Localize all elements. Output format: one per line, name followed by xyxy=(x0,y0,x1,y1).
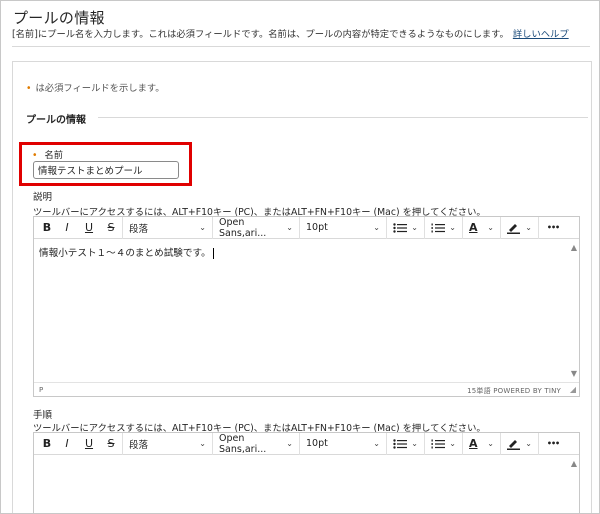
scroll-up-icon[interactable]: ▲ xyxy=(571,459,577,468)
section-title: プールの情報 xyxy=(26,115,86,126)
name-input[interactable] xyxy=(33,161,179,179)
element-path: P xyxy=(39,386,44,394)
italic-button[interactable]: I xyxy=(56,433,78,455)
bullet-list-icon xyxy=(393,222,407,233)
chevron-down-icon: ⌄ xyxy=(199,223,206,232)
numbered-list-button[interactable]: ⌄ xyxy=(425,217,462,239)
underline-button[interactable]: U xyxy=(78,217,100,239)
section-divider xyxy=(98,117,588,118)
editor-scrollbar[interactable]: ▲ ▼ xyxy=(567,239,579,382)
bold-button[interactable]: B xyxy=(38,433,56,455)
required-star-icon: • xyxy=(26,83,32,94)
chevron-down-icon: ⌄ xyxy=(373,439,380,448)
chevron-down-icon: ⌄ xyxy=(525,439,532,448)
resize-grip-icon[interactable]: ◢ xyxy=(570,385,576,394)
strikethrough-button[interactable]: S xyxy=(100,217,122,239)
help-link[interactable]: 詳しいヘルプ xyxy=(513,29,569,40)
italic-button[interactable]: I xyxy=(56,217,78,239)
editor-text: 情報小テスト１～４のまとめ試験です。 xyxy=(39,245,214,259)
chevron-down-icon: ⌄ xyxy=(525,223,532,232)
paragraph-dropdown[interactable]: 段落 ⌄ xyxy=(123,217,212,239)
pool-info-page: プールの情報 [名前]にプール名を入力します。これは必須フィールドです。名前は、… xyxy=(0,0,600,514)
editor-scrollbar[interactable]: ▲ xyxy=(567,455,579,513)
editor-toolbar: B I U S 段落 ⌄ Open Sans,ari... ⌄ 10pt ⌄ ⌄ ⌄ xyxy=(34,216,579,239)
more-options-button[interactable]: ••• xyxy=(539,217,567,239)
bullet-list-button[interactable]: ⌄ xyxy=(387,217,424,239)
more-options-button[interactable]: ••• xyxy=(539,433,567,455)
chevron-down-icon: ⌄ xyxy=(199,439,206,448)
description-editor: B I U S 段落 ⌄ Open Sans,ari... ⌄ 10pt ⌄ ⌄ ⌄ xyxy=(33,216,580,397)
bullet-list-button[interactable]: ⌄ xyxy=(387,433,424,455)
bullet-list-icon xyxy=(393,438,407,449)
font-size-dropdown[interactable]: 10pt ⌄ xyxy=(300,217,386,239)
text-color-button[interactable]: A ⌄ xyxy=(463,433,500,455)
page-title: プールの情報 xyxy=(13,9,105,27)
chevron-down-icon: ⌄ xyxy=(449,223,456,232)
bold-button[interactable]: B xyxy=(38,217,56,239)
highlighter-icon xyxy=(507,223,520,234)
chevron-down-icon: ⌄ xyxy=(487,439,494,448)
instructions-label: 手順 xyxy=(33,410,53,421)
highlighter-icon xyxy=(507,439,520,450)
instructions-editor: B I U S 段落 ⌄ Open Sans,ari... ⌄ 10pt ⌄ ⌄ ⌄ xyxy=(33,432,580,513)
text-color-icon: A xyxy=(469,221,478,234)
header-divider xyxy=(12,46,590,47)
description-text: にプール名を入力します。これは必須フィールドです。名前は、プールの内容が特定でき… xyxy=(37,29,509,40)
text-caret xyxy=(212,247,214,259)
word-count: 15単語 POWERED BY TINY xyxy=(467,387,561,395)
numbered-list-button[interactable]: ⌄ xyxy=(425,433,462,455)
chevron-down-icon: ⌄ xyxy=(487,223,494,232)
highlight-color-button[interactable]: ⌄ xyxy=(501,217,538,239)
chevron-down-icon: ⌄ xyxy=(411,223,418,232)
numbered-list-icon xyxy=(431,223,445,232)
font-size-dropdown[interactable]: 10pt ⌄ xyxy=(300,433,386,455)
font-family-dropdown[interactable]: Open Sans,ari... ⌄ xyxy=(213,433,299,455)
paragraph-dropdown[interactable]: 段落 ⌄ xyxy=(123,433,212,455)
highlight-color-button[interactable]: ⌄ xyxy=(501,433,538,455)
editor-statusbar: P 15単語 POWERED BY TINY ◢ xyxy=(34,382,579,396)
text-color-button[interactable]: A ⌄ xyxy=(463,217,500,239)
editor-toolbar: B I U S 段落 ⌄ Open Sans,ari... ⌄ 10pt ⌄ ⌄ ⌄ xyxy=(34,432,579,455)
strikethrough-button[interactable]: S xyxy=(100,433,122,455)
required-note: • は必須フィールドを示します。 xyxy=(26,83,165,94)
chevron-down-icon: ⌄ xyxy=(286,223,293,232)
description-field-ref: [名前] xyxy=(12,29,38,40)
page-description: [名前]にプール名を入力します。これは必須フィールドです。名前は、プールの内容が… xyxy=(12,26,569,40)
name-label: • 名前 xyxy=(32,150,64,161)
font-family-dropdown[interactable]: Open Sans,ari... ⌄ xyxy=(213,217,299,239)
chevron-down-icon: ⌄ xyxy=(449,439,456,448)
numbered-list-icon xyxy=(431,439,445,448)
description-label: 説明 xyxy=(33,192,53,203)
text-color-icon: A xyxy=(469,437,478,450)
scroll-up-icon[interactable]: ▲ xyxy=(571,243,577,252)
chevron-down-icon: ⌄ xyxy=(286,439,293,448)
chevron-down-icon: ⌄ xyxy=(411,439,418,448)
form-panel: •は必須フィールドを示します。 プールの情報 •名前 説明 ツールバーにアクセス… xyxy=(12,61,592,513)
underline-button[interactable]: U xyxy=(78,433,100,455)
scroll-down-icon[interactable]: ▼ xyxy=(571,369,577,378)
editor-content-area[interactable]: ▲ xyxy=(34,455,579,513)
editor-content-area[interactable]: 情報小テスト１～４のまとめ試験です。 ▲ ▼ xyxy=(34,239,579,382)
required-star-icon: • xyxy=(32,150,38,161)
chevron-down-icon: ⌄ xyxy=(373,223,380,232)
